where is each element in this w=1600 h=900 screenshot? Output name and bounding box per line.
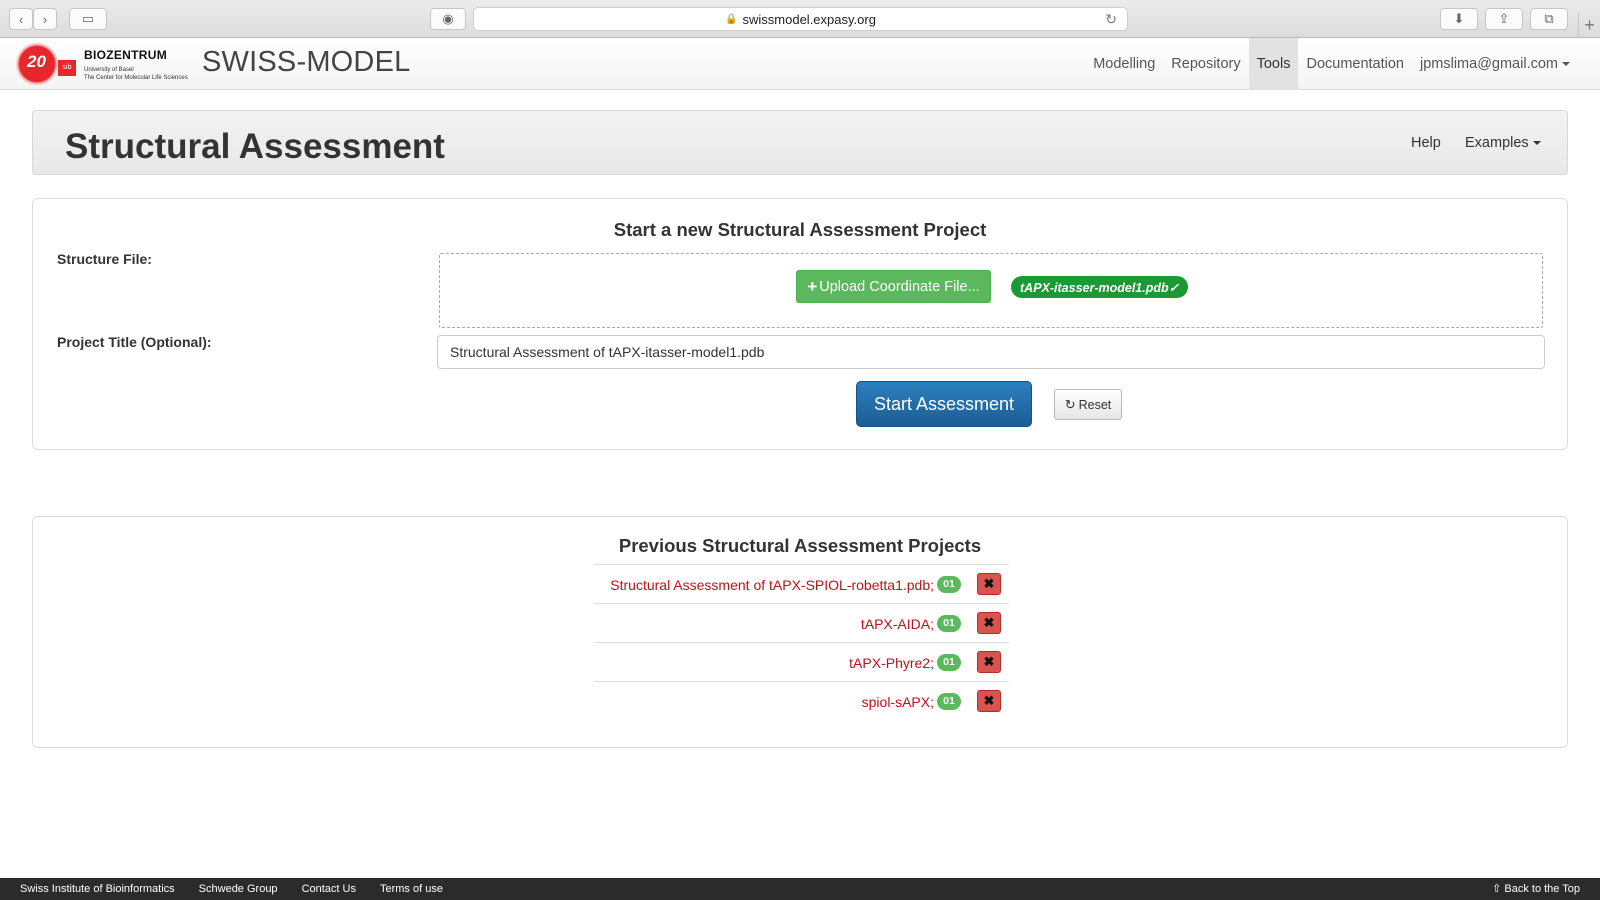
table-row: tAPX-Phyre2; 01 ✖ [594, 642, 1009, 681]
structure-file-label: Structure File: [57, 251, 152, 267]
delete-project-button[interactable]: ✖ [977, 612, 1001, 634]
footer-link-schwede[interactable]: Schwede Group [199, 883, 278, 895]
sidebar-icon[interactable]: ▭ [69, 8, 107, 30]
table-row: Structural Assessment of tAPX-SPIOL-robe… [594, 564, 1009, 603]
examples-dropdown[interactable]: Examples [1465, 135, 1541, 151]
reload-icon[interactable]: ↻ [1105, 11, 1117, 28]
close-icon: ✖ [983, 654, 995, 669]
close-icon: ✖ [983, 576, 995, 591]
delete-project-button[interactable]: ✖ [977, 651, 1001, 673]
chevron-down-icon [1532, 141, 1541, 146]
plus-icon: + [807, 276, 818, 296]
new-tab-icon[interactable]: + [1578, 12, 1600, 38]
page-title: Structural Assessment [65, 127, 445, 166]
biozentrum-university: University of Basel [84, 67, 134, 73]
reset-button[interactable]: ↻ Reset [1054, 389, 1122, 420]
address-bar[interactable]: 🔒 swissmodel.expasy.org ↻ [473, 7, 1128, 31]
footer-link-contact[interactable]: Contact Us [302, 883, 356, 895]
table-row: tAPX-AIDA; 01 ✖ [594, 603, 1009, 642]
uploaded-file-badge: tAPX-itasser-model1.pdb✓ [1011, 276, 1189, 298]
new-project-heading: Start a new Structural Assessment Projec… [613, 219, 987, 240]
project-title-input[interactable] [437, 335, 1545, 369]
project-link[interactable]: tAPX-Phyre2; 01 [849, 654, 961, 671]
download-icon[interactable]: ⬇ [1440, 8, 1478, 30]
model-count-badge: 01 [937, 576, 961, 593]
table-row: spiol-sAPX; 01 ✖ [594, 681, 1009, 720]
close-icon: ✖ [983, 693, 995, 708]
model-count-badge: 01 [937, 654, 961, 671]
previous-projects-panel: Previous Structural Assessment Projects … [32, 516, 1568, 748]
lock-icon: 🔒 [725, 13, 738, 25]
model-count-badge: 01 [937, 615, 961, 632]
site-footer: Swiss Institute of Bioinformatics Schwed… [0, 878, 1600, 900]
page-title-bar: Structural Assessment Help Examples [32, 110, 1568, 175]
sib-20-logo[interactable]: 20 sib [14, 42, 76, 86]
close-icon: ✖ [983, 615, 995, 630]
file-dropzone[interactable]: + Upload Coordinate File... tAPX-itasser… [439, 253, 1543, 328]
url-text: swissmodel.expasy.org [742, 11, 876, 27]
help-link[interactable]: Help [1411, 135, 1441, 151]
delete-project-button[interactable]: ✖ [977, 573, 1001, 595]
arrow-up-icon: ⇧ [1492, 883, 1502, 895]
nav-repository[interactable]: Repository [1163, 38, 1248, 90]
model-count-badge: 01 [937, 693, 961, 710]
nav-tools[interactable]: Tools [1248, 38, 1299, 90]
footer-link-terms[interactable]: Terms of use [380, 883, 443, 895]
biozentrum-center: The Center for Molecular Life Sciences [84, 75, 188, 81]
previous-projects-heading: Previous Structural Assessment Projects [618, 535, 982, 556]
project-link[interactable]: tAPX-AIDA; 01 [861, 615, 961, 632]
nav-user-menu[interactable]: jpmslima@gmail.com [1412, 38, 1578, 90]
start-assessment-button[interactable]: Start Assessment [856, 381, 1032, 427]
delete-project-button[interactable]: ✖ [977, 690, 1001, 712]
project-link[interactable]: spiol-sAPX; 01 [862, 693, 961, 710]
brand-title[interactable]: SWISS-MODEL [202, 46, 410, 79]
new-project-panel: Start a new Structural Assessment Projec… [32, 198, 1568, 450]
biozentrum-logo[interactable]: BIOZENTRUM University of Basel The Cente… [84, 48, 204, 82]
footer-link-sib[interactable]: Swiss Institute of Bioinformatics [20, 883, 175, 895]
biozentrum-name: BIOZENTRUM [84, 48, 167, 62]
upload-file-button[interactable]: + Upload Coordinate File... [796, 270, 991, 303]
tabs-icon[interactable]: ⧉ [1530, 8, 1568, 30]
browser-toolbar: ‹ › ▭ ◉ 🔒 swissmodel.expasy.org ↻ ⬇ ⇪ ⧉ … [0, 0, 1600, 38]
main-nav: Modelling Repository Tools Documentation… [1085, 38, 1578, 90]
projects-table: Structural Assessment of tAPX-SPIOL-robe… [594, 564, 1009, 720]
back-to-top-link[interactable]: ⇧ Back to the Top [1492, 882, 1580, 895]
forward-icon[interactable]: › [33, 8, 57, 30]
share-icon[interactable]: ⇪ [1485, 8, 1523, 30]
extension-icon[interactable]: ◉ [430, 8, 466, 30]
logo-sib: sib [58, 60, 76, 76]
project-link[interactable]: Structural Assessment of tAPX-SPIOL-robe… [610, 576, 961, 593]
refresh-icon: ↻ [1064, 396, 1076, 412]
project-title-label: Project Title (Optional): [57, 334, 212, 350]
nav-modelling[interactable]: Modelling [1085, 38, 1163, 90]
nav-documentation[interactable]: Documentation [1298, 38, 1412, 90]
back-icon[interactable]: ‹ [9, 8, 33, 30]
chevron-down-icon [1562, 62, 1570, 66]
logo-number: 20 [27, 52, 46, 71]
